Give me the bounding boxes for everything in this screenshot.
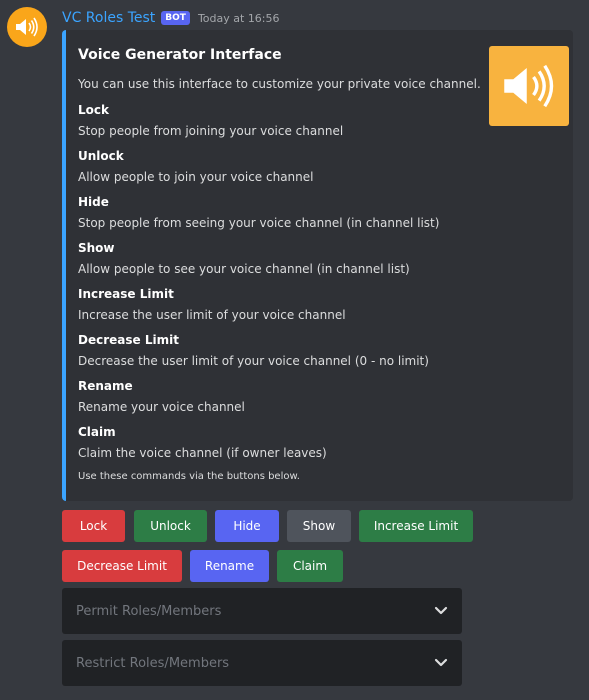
speaker-icon [504,64,554,108]
claim-button[interactable]: Claim [277,550,343,582]
field-value-lock: Stop people from joining your voice chan… [78,124,344,138]
timestamp: Today at 16:56 [197,11,280,25]
decrease-limit-button[interactable]: Decrease Limit [62,550,182,582]
field-value-increase-limit: Increase the user limit of your voice ch… [78,308,346,322]
show-button[interactable]: Show [287,510,351,542]
field-name-show: Show [78,241,115,255]
speaker-icon [16,17,38,37]
username[interactable]: VC Roles Test [62,10,155,26]
field-name-hide: Hide [78,195,109,209]
field-name-rename: Rename [78,379,133,393]
increase-limit-button[interactable]: Increase Limit [359,510,473,542]
embed-title: Voice Generator Interface [78,47,282,63]
field-value-hide: Stop people from seeing your voice chann… [78,216,440,230]
field-name-unlock: Unlock [78,149,124,163]
embed: Voice Generator Interface You can use th… [62,30,573,501]
field-name-increase-limit: Increase Limit [78,287,174,301]
field-name-decrease-limit: Decrease Limit [78,333,179,347]
hide-button[interactable]: Hide [215,510,279,542]
message-header: VC Roles Test BOT Today at 16:56 [62,8,280,28]
lock-button[interactable]: Lock [62,510,125,542]
embed-description: You can use this interface to customize … [78,77,481,91]
permit-select[interactable]: Permit Roles/Members [62,588,462,634]
embed-footer: Use these commands via the buttons below… [78,471,300,482]
restrict-select-placeholder: Restrict Roles/Members [76,655,230,671]
embed-content: Voice Generator Interface You can use th… [78,30,573,501]
field-value-decrease-limit: Decrease the user limit of your voice ch… [78,354,429,368]
field-value-unlock: Allow people to join your voice channel [78,170,314,184]
field-name-claim: Claim [78,425,116,439]
field-value-rename: Rename your voice channel [78,400,245,414]
restrict-select[interactable]: Restrict Roles/Members [62,640,462,686]
rename-button[interactable]: Rename [190,550,269,582]
chevron-down-icon [434,658,448,667]
field-value-claim: Claim the voice channel (if owner leaves… [78,446,327,460]
chevron-down-icon [434,606,448,615]
permit-select-placeholder: Permit Roles/Members [76,603,222,619]
embed-thumbnail[interactable] [489,46,569,126]
field-value-show: Allow people to see your voice channel (… [78,262,410,276]
field-name-lock: Lock [78,103,109,117]
bot-tag: BOT [161,11,190,25]
unlock-button[interactable]: Unlock [134,510,207,542]
bot-avatar[interactable] [7,7,47,47]
